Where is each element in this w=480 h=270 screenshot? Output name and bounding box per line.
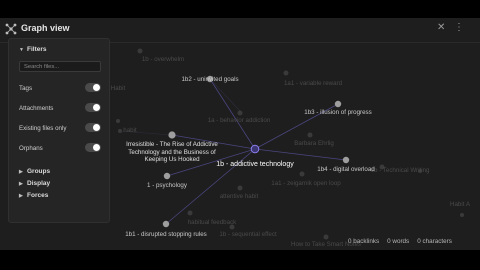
chevron-right-icon: ▶ bbox=[19, 193, 23, 199]
node-1b3-illusion-of-progress bbox=[334, 100, 342, 108]
faded-node-label: 1a1 - variable reward bbox=[283, 80, 343, 87]
book-title-line-3: Keeping Us Hooked bbox=[144, 156, 200, 163]
display-section-header[interactable]: ▶ Display bbox=[19, 180, 50, 187]
node-1b4-digital-overload bbox=[342, 156, 350, 164]
more-options-icon[interactable]: ⋮ bbox=[454, 22, 464, 33]
chevron-down-icon: ▼ bbox=[19, 47, 24, 53]
faded-node bbox=[323, 234, 329, 240]
faded-node bbox=[137, 48, 143, 54]
faded-node bbox=[116, 119, 120, 123]
faded-node bbox=[307, 132, 313, 138]
window-title: Graph view bbox=[21, 23, 70, 33]
faded-node bbox=[299, 171, 305, 177]
word-count: 0 words bbox=[387, 238, 410, 245]
node-label-1b4[interactable]: 1b4 - digital overload bbox=[317, 166, 374, 174]
book-title-line-2: Technology and the Business of bbox=[128, 148, 216, 156]
groups-section-header[interactable]: ▶ Groups bbox=[19, 168, 50, 175]
tags-label: Tags bbox=[19, 85, 33, 92]
node-label-1b2[interactable]: 1b2 - uninvited goals bbox=[181, 76, 238, 84]
edge bbox=[209, 78, 256, 150]
graph-view-window: Graph view ✕ ⋮ 1b - overwhelm 1a1 - vari… bbox=[0, 18, 480, 250]
toggle-knob bbox=[93, 104, 100, 111]
node-label-1b1[interactable]: 1b1 - disrupted stopping rules bbox=[125, 231, 207, 239]
faded-node-label: habit bbox=[123, 127, 137, 134]
orphans-label: Orphans bbox=[19, 145, 43, 152]
tags-toggle[interactable] bbox=[85, 83, 101, 92]
filters-title: Filters bbox=[27, 46, 47, 53]
attachments-label: Attachments bbox=[19, 105, 54, 112]
forces-title: Forces bbox=[27, 192, 49, 199]
filters-section-header[interactable]: ▼ Filters bbox=[19, 46, 47, 53]
node-label-irresistible[interactable]: Irresistible - The Rise of Addictive Tec… bbox=[126, 141, 218, 164]
faded-node-label: Habit A bbox=[450, 201, 470, 208]
faded-node-label: 1b - Technical Writing bbox=[370, 167, 430, 174]
existing-files-only-toggle[interactable] bbox=[85, 123, 101, 132]
graph-view-icon bbox=[5, 23, 17, 35]
faded-node-label: Barbara Ehrlig bbox=[294, 140, 334, 147]
existing-files-only-label: Existing files only bbox=[19, 125, 67, 132]
attachments-toggle[interactable] bbox=[85, 103, 101, 112]
node-psychology bbox=[163, 172, 171, 180]
toggle-knob bbox=[93, 144, 100, 151]
node-label-psychology[interactable]: 1 - psychology bbox=[147, 182, 187, 190]
faded-node-label: 1a1 - zeigarnik open loop bbox=[271, 180, 341, 187]
node-label-1b3[interactable]: 1b3 - illusion of progress bbox=[304, 109, 371, 117]
character-count: 0 characters bbox=[417, 238, 452, 245]
toggle-knob bbox=[93, 84, 100, 91]
chevron-right-icon: ▶ bbox=[19, 169, 23, 175]
toggle-knob bbox=[93, 124, 100, 131]
faded-node-label: habitual feedback bbox=[187, 219, 237, 226]
node-1b1-disrupted-stopping-rules bbox=[162, 220, 170, 228]
faded-node bbox=[237, 185, 243, 191]
faded-node bbox=[460, 213, 464, 217]
faded-node-label: attentive habit bbox=[219, 193, 259, 200]
node-1b-addictive-technology bbox=[250, 144, 260, 154]
backlinks-count[interactable]: 0 backlinks bbox=[348, 238, 379, 245]
faded-node bbox=[283, 70, 289, 76]
orphans-toggle[interactable] bbox=[85, 143, 101, 152]
faded-node-label: 1b - sequential effect bbox=[219, 231, 277, 238]
status-bar: 0 backlinks 0 words 0 characters bbox=[340, 238, 452, 245]
graph-settings-panel: ▼ Filters Search files... Tags Attachment… bbox=[8, 38, 110, 223]
faded-node-label: Habit bbox=[110, 85, 126, 92]
node-irresistible-book bbox=[168, 131, 176, 139]
node-label-focus[interactable]: 1b - addictive technology bbox=[216, 161, 293, 169]
chevron-right-icon: ▶ bbox=[19, 181, 23, 187]
close-icon[interactable]: ✕ bbox=[437, 22, 445, 33]
edge bbox=[254, 148, 347, 161]
faded-node bbox=[237, 110, 243, 116]
faded-node-label: 1a - behavior addiction bbox=[207, 117, 271, 124]
faded-node bbox=[118, 129, 122, 133]
faded-node-label: 1b - overwhelm bbox=[141, 56, 185, 63]
groups-title: Groups bbox=[27, 168, 51, 175]
faded-node bbox=[187, 210, 193, 216]
book-title-line-1: Irresistible - The Rise of Addictive bbox=[126, 141, 218, 148]
forces-section-header[interactable]: ▶ Forces bbox=[19, 192, 48, 199]
display-title: Display bbox=[27, 180, 51, 187]
search-files-input[interactable]: Search files... bbox=[19, 61, 101, 72]
